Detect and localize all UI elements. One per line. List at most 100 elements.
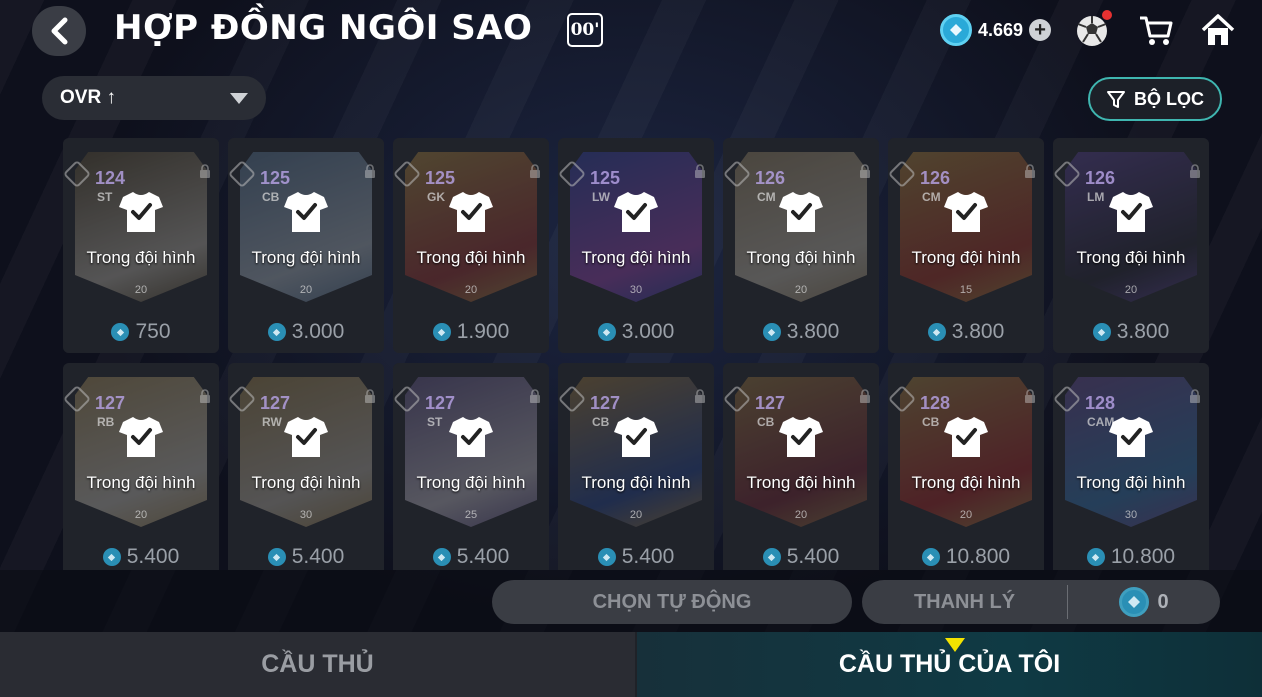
- player-ovr: 126: [755, 168, 786, 188]
- shopping-cart-icon[interactable]: [1134, 10, 1178, 50]
- coin-icon: [267, 548, 286, 566]
- player-position: CB: [262, 190, 280, 204]
- player-card[interactable]: 127 RB 20 Trong đội hình 5.400: [63, 363, 219, 570]
- player-card[interactable]: 125 GK 20 Trong đội hình 1.900: [393, 138, 549, 353]
- player-ovr: 125: [590, 168, 621, 188]
- coin-icon: [921, 548, 940, 566]
- player-position: ST: [97, 190, 113, 204]
- price-value: 5.400: [786, 545, 840, 568]
- price-value: 5.400: [621, 545, 675, 568]
- sell-button[interactable]: THANH LÝ 0: [862, 580, 1220, 624]
- player-card[interactable]: 126 CM 20 Trong đội hình 3.800: [723, 138, 879, 353]
- in-squad-label: Trong đội hình: [1076, 473, 1186, 492]
- coin-icon: [1092, 323, 1111, 341]
- shirt-check-icon: [1109, 417, 1153, 457]
- player-ovr: 128: [1085, 393, 1116, 413]
- filter-button[interactable]: BỘ LỌC: [1088, 77, 1222, 121]
- player-card[interactable]: 127 CB 20 Trong đội hình 5.400: [558, 363, 714, 570]
- in-squad-label: Trong đội hình: [416, 248, 526, 267]
- price-value: 3.000: [291, 320, 345, 343]
- price-value: 5.400: [291, 545, 345, 568]
- coin-icon: [940, 14, 972, 46]
- player-ovr: 128: [920, 393, 951, 413]
- card-price: 5.400: [228, 545, 384, 569]
- lock-icon: [200, 389, 210, 403]
- sort-dropdown[interactable]: OVR ↑: [42, 76, 266, 120]
- card-price: 10.800: [888, 545, 1044, 569]
- shirt-check-icon: [284, 192, 328, 232]
- player-card[interactable]: 127 ST 25 Trong đội hình 5.400: [393, 363, 549, 570]
- in-squad-label: Trong đội hình: [251, 473, 361, 492]
- card-price: 10.800: [1053, 545, 1209, 569]
- coin-icon: [762, 548, 781, 566]
- sell-amount: 0: [1068, 587, 1220, 617]
- card-price: 1.900: [393, 320, 549, 344]
- football-icon[interactable]: [1070, 10, 1114, 50]
- in-squad-label: Trong đội hình: [581, 248, 691, 267]
- back-button[interactable]: [32, 6, 86, 56]
- player-level: 20: [464, 284, 478, 296]
- chevron-down-icon: [230, 92, 248, 104]
- player-card[interactable]: 127 RW 30 Trong đội hình 5.400: [228, 363, 384, 570]
- player-card[interactable]: 125 CB 20 Trong đội hình 3.000: [228, 138, 384, 353]
- player-card[interactable]: 126 LM 20 Trong đội hình 3.800: [1053, 138, 1209, 353]
- in-squad-label: Trong đội hình: [911, 473, 1021, 492]
- player-position: LW: [592, 190, 610, 204]
- player-card[interactable]: 127 CB 20 Trong đội hình 5.400: [723, 363, 879, 570]
- lock-icon: [1025, 164, 1035, 178]
- card-price: 5.400: [63, 545, 219, 569]
- player-level: 15: [959, 284, 973, 296]
- player-card[interactable]: 124 ST 20 Trong đội hình 750: [63, 138, 219, 353]
- player-position: GK: [427, 190, 445, 204]
- sell-amount-value: 0: [1157, 590, 1169, 613]
- player-level: 20: [794, 509, 808, 521]
- in-squad-label: Trong đội hình: [581, 473, 691, 492]
- price-value: 750: [135, 320, 171, 343]
- add-currency-button[interactable]: +: [1029, 19, 1052, 41]
- card-price: 3.000: [228, 320, 384, 344]
- player-level: 30: [1124, 509, 1138, 521]
- lock-icon: [1190, 389, 1200, 403]
- player-position: CB: [922, 415, 940, 429]
- shirt-check-icon: [119, 417, 163, 457]
- card-price: 3.800: [888, 320, 1044, 344]
- player-level: 20: [794, 284, 808, 296]
- lock-icon: [365, 389, 375, 403]
- sort-label: OVR ↑: [60, 87, 116, 108]
- player-card[interactable]: 126 CM 15 Trong đội hình 3.800: [888, 138, 1044, 353]
- player-card[interactable]: 125 LW 30 Trong đội hình 3.000: [558, 138, 714, 353]
- player-ovr: 126: [1085, 168, 1116, 188]
- price-value: 3.800: [786, 320, 840, 343]
- title-badge: 00': [567, 13, 603, 47]
- price-value: 5.400: [456, 545, 510, 568]
- shirt-check-icon: [449, 192, 493, 232]
- page-title: HỢP ĐỒNG NGÔI SAO: [114, 8, 533, 48]
- player-ovr: 126: [920, 168, 951, 188]
- shirt-check-icon: [779, 192, 823, 232]
- player-level: 30: [299, 509, 313, 521]
- player-level: 20: [134, 509, 148, 521]
- tab-label: CẦU THỦ CỦA TÔI: [838, 650, 1061, 678]
- player-position: RW: [262, 415, 282, 429]
- shirt-check-icon: [1109, 192, 1153, 232]
- coin-icon: [267, 323, 286, 341]
- player-position: ST: [427, 415, 443, 429]
- coin-icon: [1119, 587, 1150, 617]
- auto-select-label: CHỌN TỰ ĐỘNG: [592, 590, 752, 613]
- player-ovr: 127: [260, 393, 291, 413]
- home-icon[interactable]: [1196, 10, 1240, 50]
- auto-select-button[interactable]: CHỌN TỰ ĐỘNG: [492, 580, 852, 624]
- tab-players[interactable]: CẦU THỦ: [0, 632, 635, 697]
- player-ovr: 125: [425, 168, 456, 188]
- player-card[interactable]: 128 CB 20 Trong đội hình 10.800: [888, 363, 1044, 570]
- player-ovr: 127: [95, 393, 126, 413]
- player-position: LM: [1087, 190, 1105, 204]
- lock-icon: [1025, 389, 1035, 403]
- in-squad-label: Trong đội hình: [86, 248, 196, 267]
- coin-icon: [432, 323, 451, 341]
- coin-icon: [597, 323, 616, 341]
- player-card[interactable]: 128 CAM 30 Trong đội hình 10.800: [1053, 363, 1209, 570]
- price-value: 10.800: [945, 545, 1011, 568]
- in-squad-label: Trong đội hình: [1076, 248, 1186, 267]
- lock-icon: [695, 164, 705, 178]
